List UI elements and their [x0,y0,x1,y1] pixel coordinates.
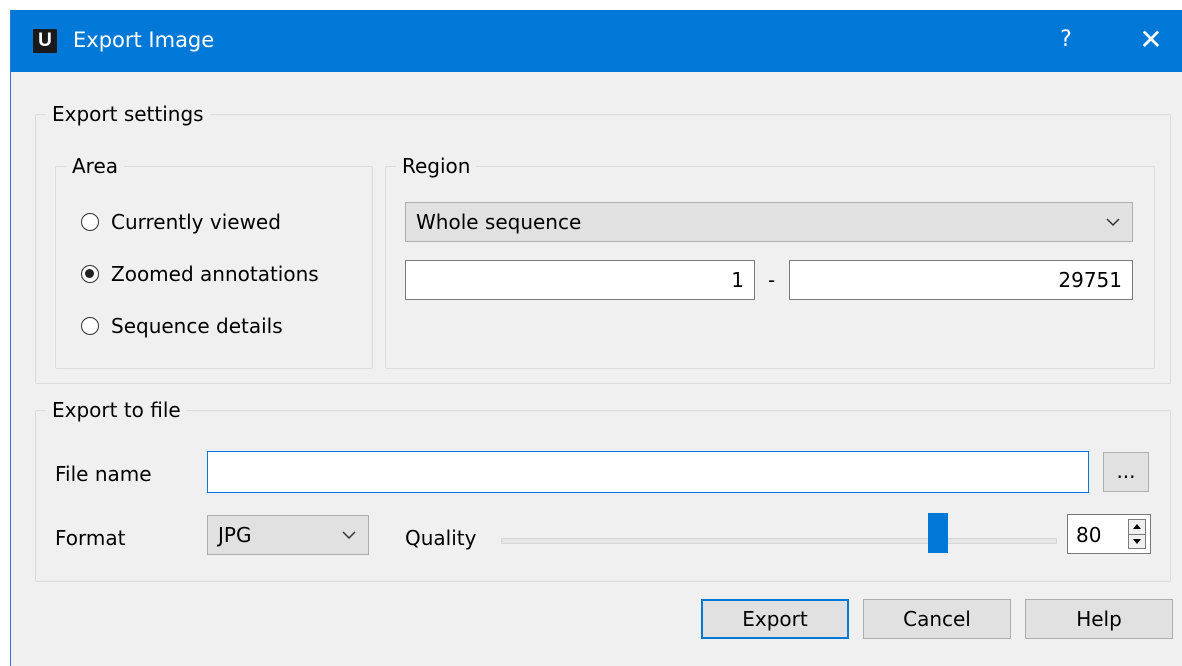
export-settings-legend: Export settings [52,102,204,126]
file-name-label: File name [55,462,152,486]
chevron-down-icon [342,531,356,540]
region-legend: Region [402,154,471,178]
title-bar: U Export Image ? ✕ [11,10,1182,72]
quality-slider-thumb[interactable] [928,513,949,553]
export-image-dialog: U Export Image ? ✕ Export settings Area … [10,10,1182,666]
format-select[interactable]: JPG [207,515,369,555]
close-icon[interactable]: ✕ [1133,24,1169,56]
radio-button[interactable] [81,265,99,283]
cancel-button[interactable]: Cancel [863,599,1011,639]
browse-button[interactable]: ... [1103,452,1149,492]
radio-sequence-details[interactable]: Sequence details [81,311,283,341]
spin-up-button[interactable] [1129,520,1145,534]
quality-value: 80 [1076,523,1102,547]
spin-arrows [1128,519,1146,549]
radio-button[interactable] [81,317,99,335]
quality-label: Quality [405,526,477,550]
dialog-title: Export Image [73,28,215,52]
radio-currently-viewed[interactable]: Currently viewed [81,207,281,237]
radio-label: Currently viewed [111,210,281,234]
radio-zoomed-annotations[interactable]: Zoomed annotations [81,259,319,289]
export-to-file-legend: Export to file [52,398,181,422]
region-start-input[interactable]: 1 [405,260,755,300]
quality-spinbox[interactable]: 80 [1067,514,1151,554]
spin-down-icon [1133,539,1141,544]
format-label: Format [55,526,126,550]
app-logo-icon: U [33,29,57,53]
quality-slider-track[interactable] [501,538,1057,544]
region-end-input[interactable]: 29751 [789,260,1133,300]
radio-label: Sequence details [111,314,283,338]
spin-up-icon [1133,524,1141,529]
format-select-value: JPG [218,523,252,547]
region-select-value: Whole sequence [416,210,582,234]
help-icon[interactable]: ? [1051,24,1081,56]
area-legend: Area [72,154,119,178]
radio-button[interactable] [81,213,99,231]
help-button[interactable]: Help [1025,599,1173,639]
region-select[interactable]: Whole sequence [405,202,1133,242]
file-name-input[interactable] [207,451,1089,493]
region-separator: - [768,268,776,292]
spin-down-button[interactable] [1129,534,1145,548]
chevron-down-icon [1106,218,1120,227]
radio-label: Zoomed annotations [111,262,319,286]
export-button[interactable]: Export [701,599,849,639]
